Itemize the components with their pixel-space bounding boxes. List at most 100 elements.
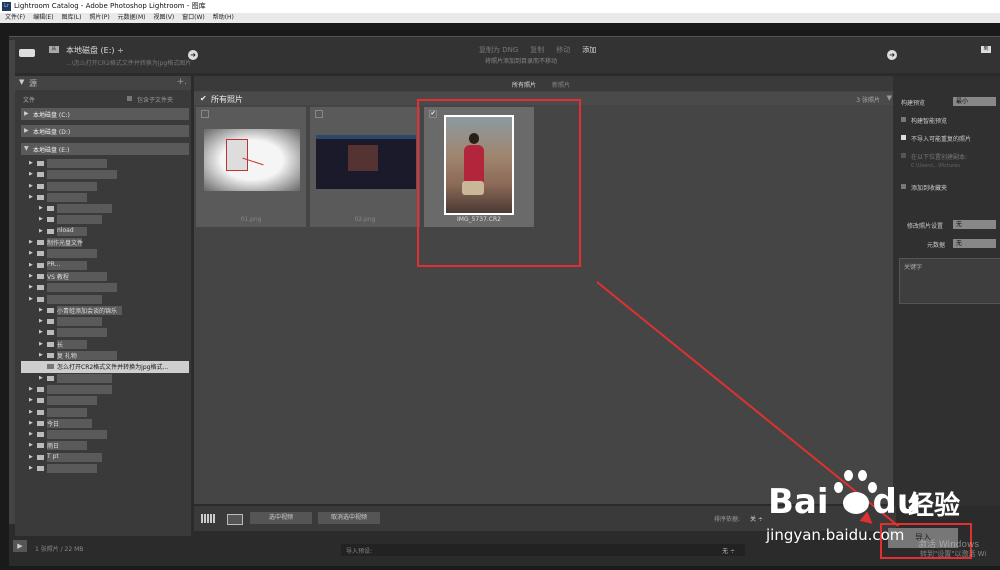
- volume-c[interactable]: ▶ 本地磁盘 (C:): [21, 108, 189, 120]
- mode-add[interactable]: 添加: [582, 46, 596, 54]
- tree-row[interactable]: ▶: [21, 169, 189, 180]
- expand-triangle-icon[interactable]: ▶: [29, 194, 33, 200]
- expand-triangle-icon[interactable]: ▶: [29, 397, 33, 403]
- tree-row[interactable]: ▶ nload: [21, 226, 189, 237]
- tree-row[interactable]: ▶: [21, 192, 189, 203]
- tree-row[interactable]: ▶: [21, 282, 189, 293]
- menu-view[interactable]: 视图(V): [150, 13, 177, 23]
- mode-copy[interactable]: 复制: [530, 46, 544, 54]
- expand-triangle-icon[interactable]: ▶: [29, 442, 33, 448]
- expand-triangle-icon[interactable]: ▶: [29, 386, 33, 392]
- expand-triangle-icon[interactable]: ▶: [39, 375, 43, 381]
- add-to-collection-checkbox[interactable]: [901, 184, 906, 189]
- source-volume-selector[interactable]: 本地磁盘 (E:) ÷: [66, 45, 124, 56]
- tree-row[interactable]: ▶: [21, 248, 189, 259]
- expand-triangle-icon[interactable]: ▶: [39, 363, 43, 369]
- expand-triangle-icon[interactable]: ▶: [24, 127, 29, 134]
- tree-row[interactable]: ▶: [21, 158, 189, 169]
- expand-triangle-icon[interactable]: ▶: [24, 110, 29, 117]
- expand-triangle-icon[interactable]: ▶: [29, 183, 33, 189]
- menu-help[interactable]: 帮助(H): [210, 13, 237, 23]
- source-panel-header[interactable]: ▼ 源 +.: [15, 76, 191, 90]
- metadata-select[interactable]: 无: [953, 239, 996, 248]
- volume-d[interactable]: ▶ 本地磁盘 (D:): [21, 125, 189, 137]
- include-subfolders-checkbox[interactable]: [127, 96, 132, 101]
- expand-triangle-icon[interactable]: ▶: [29, 420, 33, 426]
- collapse-triangle-icon[interactable]: ▼: [24, 145, 29, 152]
- collapse-triangle-icon[interactable]: ▼: [19, 78, 24, 86]
- check-all-button[interactable]: 选中视频: [250, 512, 312, 524]
- loupe-view-icon[interactable]: [227, 514, 243, 525]
- photo-cell[interactable]: 01.png: [196, 107, 306, 227]
- uncheck-all-button[interactable]: 取消选中视频: [318, 512, 380, 524]
- develop-settings-select[interactable]: 无: [953, 220, 996, 229]
- menu-metadata[interactable]: 元数据(M): [115, 13, 149, 23]
- expand-triangle-icon[interactable]: ▶: [29, 262, 33, 268]
- tab-all-photos[interactable]: 所有照片: [512, 80, 536, 89]
- expand-triangle-icon[interactable]: ▶: [29, 296, 33, 302]
- tree-row[interactable]: ▶: [21, 463, 189, 474]
- tree-row[interactable]: ▶ 制作光盘文件: [21, 237, 189, 248]
- import-preset[interactable]: 导入预设: 无 ÷: [341, 544, 745, 556]
- import-preset-value[interactable]: 无 ÷: [722, 546, 735, 555]
- expand-triangle-icon[interactable]: ▶: [29, 465, 33, 471]
- second-copy-checkbox[interactable]: [901, 153, 906, 158]
- tree-row[interactable]: ▶: [21, 181, 189, 192]
- expand-triangle-icon[interactable]: ▶: [39, 216, 43, 222]
- expand-triangle-icon[interactable]: ▶: [29, 431, 33, 437]
- expand-triangle-icon[interactable]: ▶: [39, 228, 43, 234]
- expand-triangle-icon[interactable]: ▶: [29, 239, 33, 245]
- expand-triangle-icon[interactable]: ▶: [29, 454, 33, 460]
- tree-row[interactable]: ▶ PR...: [21, 260, 189, 271]
- collapse-triangle-icon[interactable]: ▼: [887, 94, 892, 102]
- tree-row[interactable]: ▶: [21, 316, 189, 327]
- photo-checkbox[interactable]: [315, 110, 323, 118]
- tree-row[interactable]: ▶: [21, 407, 189, 418]
- tree-row[interactable]: ▶ T pt: [21, 452, 189, 463]
- dont-import-duplicates-checkbox[interactable]: [901, 135, 906, 140]
- expand-triangle-icon[interactable]: ▶: [39, 341, 43, 347]
- expand-triangle-icon[interactable]: ▶: [29, 284, 33, 290]
- mode-copy-dng[interactable]: 复制为 DNG: [479, 46, 518, 54]
- tree-row[interactable]: ▶ 长: [21, 339, 189, 350]
- volume-e[interactable]: ▼ 本地磁盘 (E:): [21, 143, 189, 155]
- expand-triangle-icon[interactable]: ▶: [29, 273, 33, 279]
- expand-triangle-icon[interactable]: ▶: [29, 171, 33, 177]
- menu-file[interactable]: 文件(F): [2, 13, 28, 23]
- menu-edit[interactable]: 编辑(E): [30, 13, 56, 23]
- select-all-checkbox[interactable]: ✔: [200, 94, 207, 103]
- tree-row[interactable]: ▶ 怎么打开CR2格式文件并转换为jpg格式...: [21, 361, 189, 373]
- expand-triangle-icon[interactable]: ▶: [39, 329, 43, 335]
- expand-triangle-icon[interactable]: ▶: [39, 318, 43, 324]
- menu-photo[interactable]: 照片(P): [86, 13, 112, 23]
- tree-row[interactable]: ▶ 今日: [21, 418, 189, 429]
- play-icon[interactable]: ▶: [13, 540, 27, 552]
- tree-row[interactable]: ▶ VS 教程: [21, 271, 189, 282]
- right-arrow-icon[interactable]: ➜: [188, 50, 198, 60]
- expand-triangle-icon[interactable]: ▶: [29, 409, 33, 415]
- tree-row[interactable]: ▶: [21, 214, 189, 225]
- tree-row[interactable]: ▶ 雨日: [21, 440, 189, 451]
- photo-checkbox[interactable]: [201, 110, 209, 118]
- tree-row[interactable]: ▶: [21, 294, 189, 305]
- tree-row[interactable]: ▶: [21, 384, 189, 395]
- keywords-field[interactable]: 关键字: [899, 258, 1000, 304]
- expand-triangle-icon[interactable]: ▶: [29, 160, 33, 166]
- mode-move[interactable]: 移动: [556, 46, 570, 54]
- grid-view-icon[interactable]: [201, 514, 215, 523]
- add-source-icon[interactable]: +.: [177, 77, 187, 87]
- expand-triangle-icon[interactable]: ▶: [29, 250, 33, 256]
- build-previews-select[interactable]: 最小: [953, 97, 996, 106]
- tree-row[interactable]: ▶: [21, 395, 189, 406]
- tab-new-photos[interactable]: 新照片: [552, 80, 570, 89]
- tree-row[interactable]: ▶: [21, 429, 189, 440]
- tree-row[interactable]: ▶: [21, 327, 189, 338]
- hard-drive-icon[interactable]: [19, 49, 35, 57]
- photo-cell[interactable]: 02.png: [310, 107, 420, 227]
- smart-previews-checkbox[interactable]: [901, 117, 906, 122]
- tree-row[interactable]: ▶ 复 礼物: [21, 350, 189, 361]
- tree-row[interactable]: ▶: [21, 373, 189, 384]
- tree-row[interactable]: ▶: [21, 203, 189, 214]
- expand-triangle-icon[interactable]: ▶: [39, 307, 43, 313]
- menu-window[interactable]: 窗口(W): [179, 13, 208, 23]
